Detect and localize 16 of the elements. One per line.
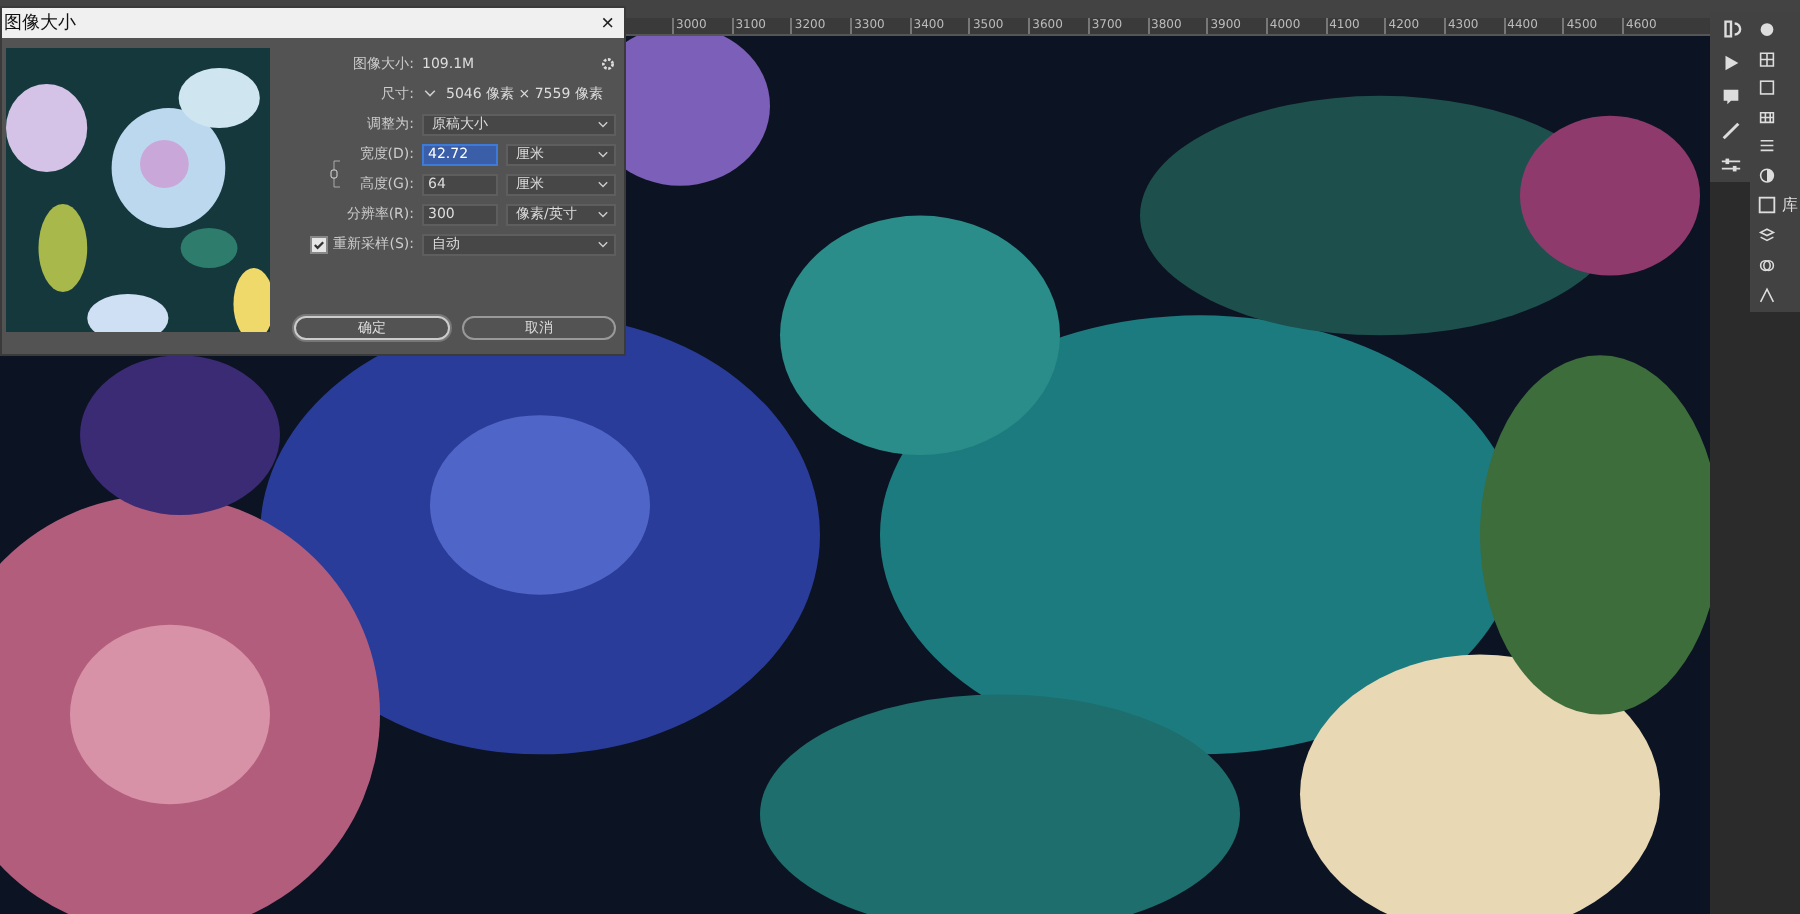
close-button[interactable]: ×: [597, 11, 618, 35]
channels-icon[interactable]: [1756, 255, 1778, 275]
library-icon[interactable]: [1756, 194, 1778, 217]
comment-icon[interactable]: [1719, 86, 1741, 108]
paths-icon[interactable]: [1756, 285, 1778, 305]
panel-label[interactable]: 库: [1782, 194, 1798, 217]
contrast-icon[interactable]: [1756, 165, 1778, 185]
adjustments-icon[interactable]: [1756, 136, 1778, 156]
history-icon[interactable]: [1719, 18, 1741, 40]
grid-icon[interactable]: [1756, 107, 1778, 127]
dialog-title: 图像大小: [4, 11, 76, 36]
color-icon[interactable]: [1756, 20, 1778, 40]
layers-icon[interactable]: [1756, 226, 1778, 246]
brush-icon[interactable]: [1719, 120, 1741, 142]
grid-icon[interactable]: [1756, 49, 1778, 69]
sliders-icon[interactable]: [1719, 154, 1741, 176]
